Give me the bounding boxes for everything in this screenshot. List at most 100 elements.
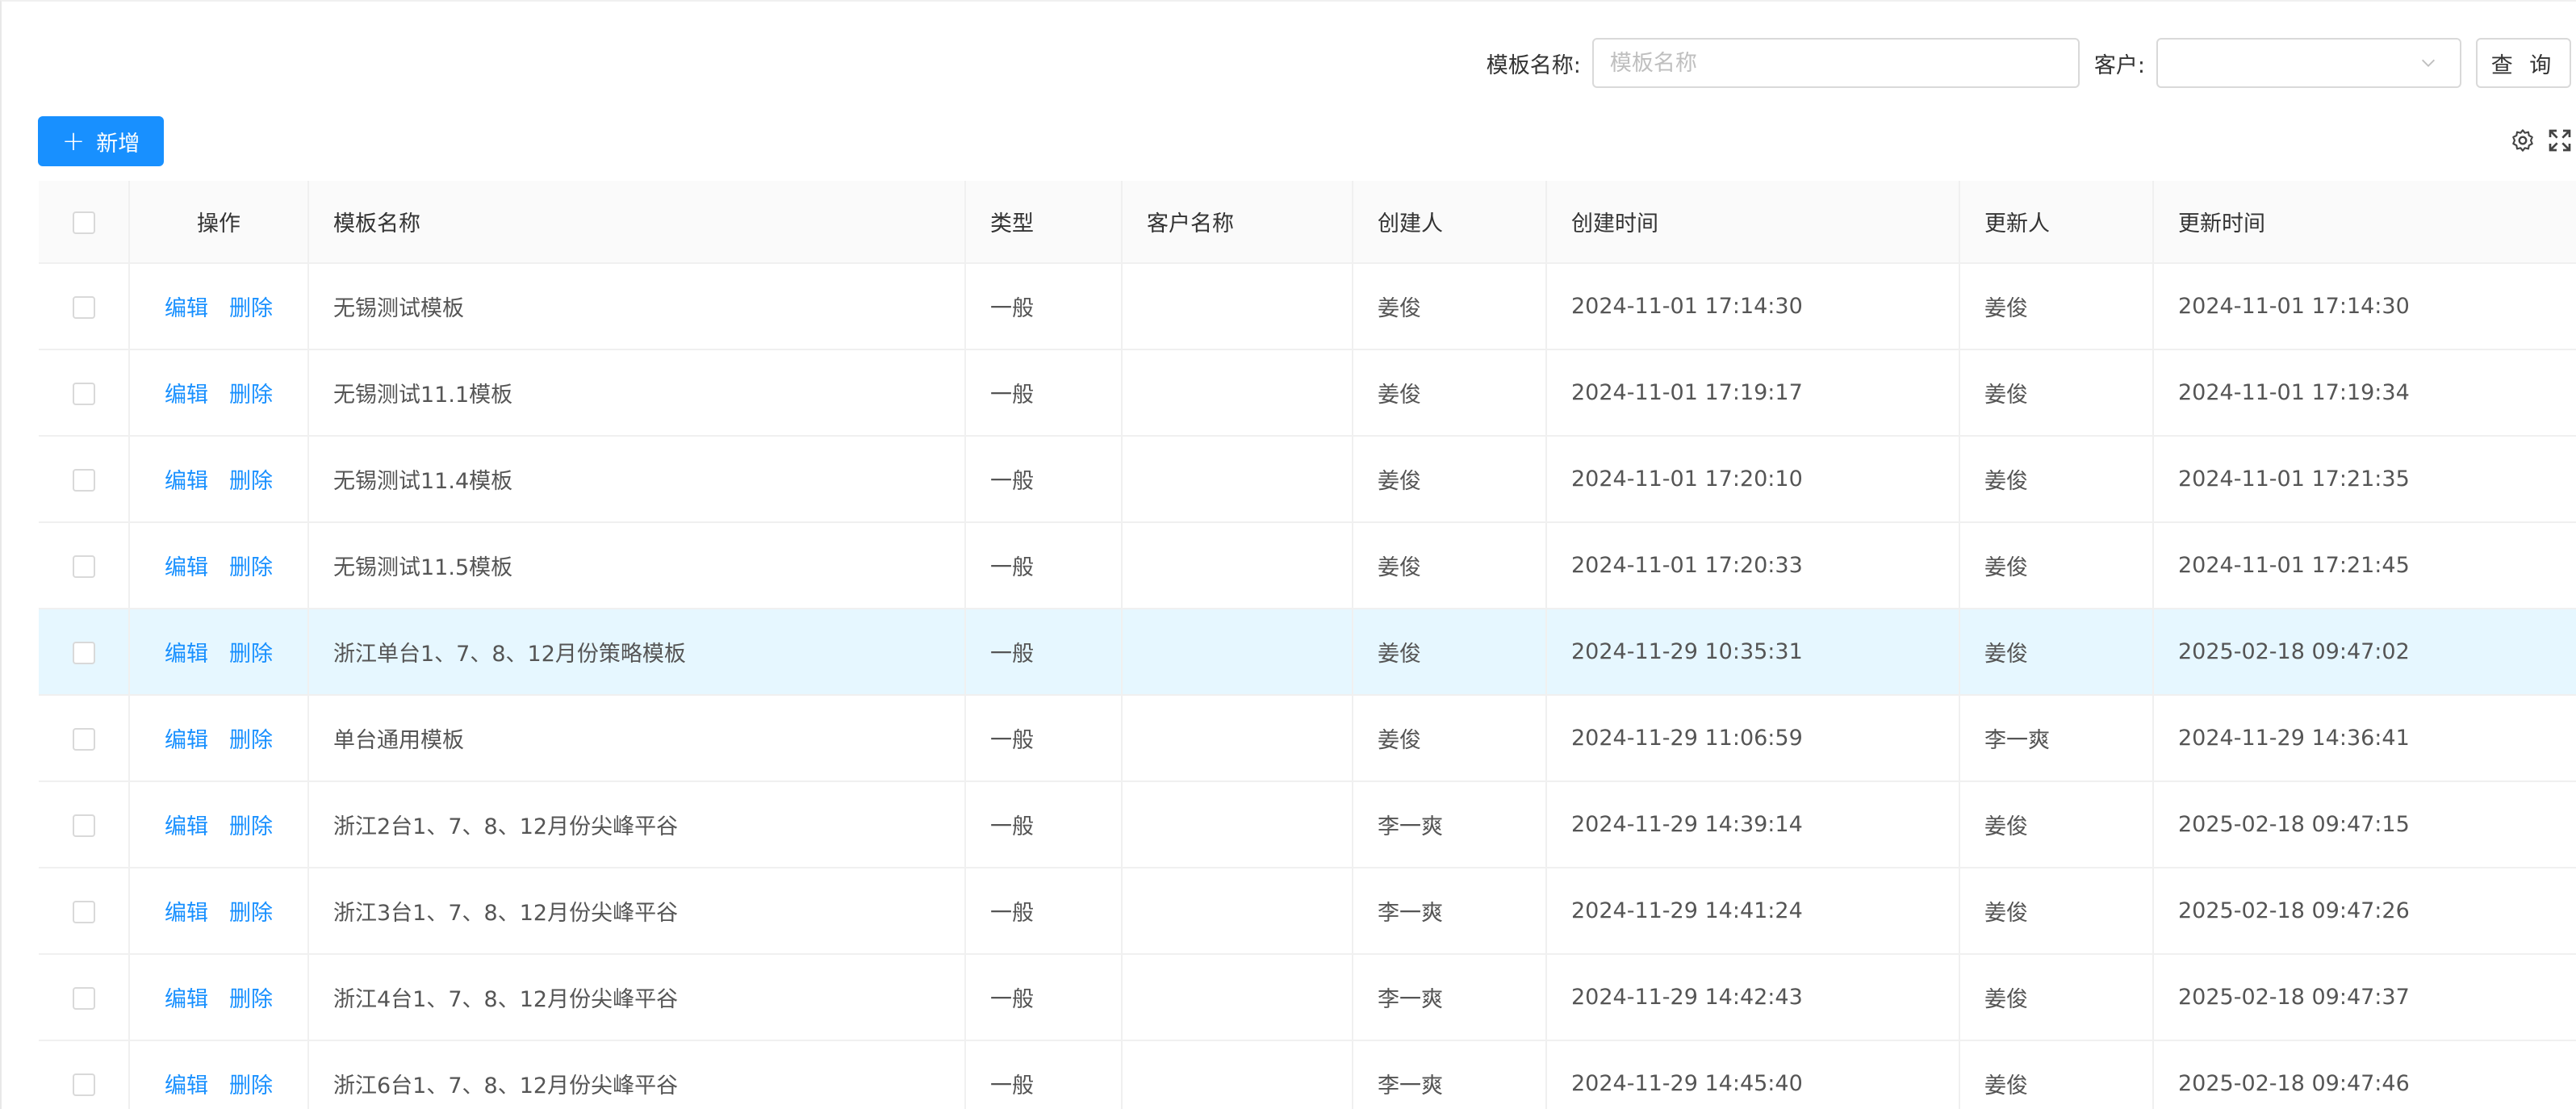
table-row[interactable]: 编辑 删除 单台通用模板 一般 姜俊 2024-11-29 11:06:59 李一爽 2024… bbox=[39, 695, 2576, 782]
row-select-cell bbox=[39, 522, 130, 609]
page: 模板名称: 客户: 查 询 + 新增 bbox=[0, 0, 2576, 1109]
updater-cell: 姜俊 bbox=[1959, 263, 2154, 350]
template-name-label: 模板名称: bbox=[1486, 52, 1581, 78]
row-checkbox[interactable] bbox=[72, 554, 95, 578]
operations-cell: 编辑 删除 bbox=[129, 609, 309, 696]
table-row[interactable]: 编辑 删除 浙江3台1、7、8、12月份尖峰平谷 一般 李一爽 2024-11-29 14… bbox=[39, 868, 2576, 955]
table-row[interactable]: 编辑 删除 浙江单台1、7、8、12月份策略模板 一般 姜俊 2024-11-29 10:… bbox=[39, 609, 2576, 696]
type-cell: 一般 bbox=[965, 349, 1123, 437]
row-checkbox[interactable] bbox=[72, 727, 95, 751]
delete-link[interactable]: 删除 bbox=[229, 728, 273, 753]
delete-link[interactable]: 删除 bbox=[229, 296, 273, 321]
table-row[interactable]: 编辑 删除 无锡测试11.4模板 一般 姜俊 2024-11-01 17:20:10 姜俊 2… bbox=[39, 436, 2576, 523]
creator-cell: 姜俊 bbox=[1353, 522, 1547, 609]
template-name-cell: 无锡测试11.4模板 bbox=[308, 436, 966, 523]
edit-link[interactable]: 编辑 bbox=[165, 814, 208, 839]
updated-time-cell: 2025-02-18 09:47:15 bbox=[2153, 781, 2576, 868]
header-operations: 操作 bbox=[129, 181, 309, 264]
delete-link[interactable]: 删除 bbox=[229, 901, 273, 926]
row-checkbox[interactable] bbox=[72, 295, 95, 319]
creator-cell: 姜俊 bbox=[1353, 349, 1547, 437]
header-updated-time: 更新时间 bbox=[2153, 181, 2576, 264]
updated-time-cell: 2024-11-01 17:21:45 bbox=[2153, 522, 2576, 609]
updater-cell: 姜俊 bbox=[1959, 1040, 2154, 1109]
edit-link[interactable]: 编辑 bbox=[165, 1073, 208, 1099]
row-checkbox[interactable] bbox=[72, 814, 95, 837]
delete-link[interactable]: 删除 bbox=[229, 987, 273, 1012]
customer-select[interactable] bbox=[2156, 38, 2461, 88]
creator-cell: 姜俊 bbox=[1353, 609, 1547, 696]
table-row[interactable]: 编辑 删除 浙江4台1、7、8、12月份尖峰平谷 一般 李一爽 2024-11-29 14… bbox=[39, 954, 2576, 1041]
updated-time-cell: 2024-11-29 14:36:41 bbox=[2153, 695, 2576, 782]
delete-link[interactable]: 删除 bbox=[229, 383, 273, 408]
customer-name-cell bbox=[1122, 1040, 1353, 1109]
edit-link[interactable]: 编辑 bbox=[165, 642, 208, 667]
template-name-input[interactable] bbox=[1591, 38, 2080, 88]
row-select-cell bbox=[39, 609, 130, 696]
operations-cell: 编辑 删除 bbox=[129, 781, 309, 868]
created-time-cell: 2024-11-01 17:19:17 bbox=[1546, 349, 1960, 437]
edit-link[interactable]: 编辑 bbox=[165, 555, 208, 580]
row-checkbox[interactable] bbox=[72, 641, 95, 664]
table-row[interactable]: 编辑 删除 浙江2台1、7、8、12月份尖峰平谷 一般 李一爽 2024-11-29 14… bbox=[39, 781, 2576, 868]
customer-name-cell bbox=[1122, 695, 1353, 782]
updater-cell: 李一爽 bbox=[1959, 695, 2154, 782]
header-created-time: 创建时间 bbox=[1546, 181, 1960, 264]
edit-link[interactable]: 编辑 bbox=[165, 296, 208, 321]
updater-cell: 姜俊 bbox=[1959, 868, 2154, 955]
table-row[interactable]: 编辑 删除 浙江6台1、7、8、12月份尖峰平谷 一般 李一爽 2024-11-29 14… bbox=[39, 1040, 2576, 1109]
row-checkbox[interactable] bbox=[72, 986, 95, 1010]
delete-link[interactable]: 删除 bbox=[229, 1073, 273, 1099]
customer-name-cell bbox=[1122, 522, 1353, 609]
type-cell: 一般 bbox=[965, 263, 1123, 350]
query-button[interactable]: 查 询 bbox=[2476, 38, 2571, 88]
row-select-cell bbox=[39, 695, 130, 782]
customer-name-cell bbox=[1122, 868, 1353, 955]
created-time-cell: 2024-11-29 14:41:24 bbox=[1546, 868, 1960, 955]
plus-icon: + bbox=[61, 125, 86, 157]
type-cell: 一般 bbox=[965, 1040, 1123, 1109]
select-all-checkbox[interactable] bbox=[72, 211, 95, 234]
row-checkbox[interactable] bbox=[72, 382, 95, 405]
edit-link[interactable]: 编辑 bbox=[165, 469, 208, 494]
operations-cell: 编辑 删除 bbox=[129, 436, 309, 523]
select-all-cell bbox=[39, 181, 130, 264]
type-cell: 一般 bbox=[965, 781, 1123, 868]
add-button[interactable]: + 新增 bbox=[38, 116, 164, 166]
creator-cell: 姜俊 bbox=[1353, 695, 1547, 782]
creator-cell: 李一爽 bbox=[1353, 1040, 1547, 1109]
operations-cell: 编辑 删除 bbox=[129, 263, 309, 350]
template-name-cell: 浙江6台1、7、8、12月份尖峰平谷 bbox=[308, 1040, 966, 1109]
operations-cell: 编辑 删除 bbox=[129, 349, 309, 437]
updated-time-cell: 2025-02-18 09:47:37 bbox=[2153, 954, 2576, 1041]
delete-link[interactable]: 删除 bbox=[229, 469, 273, 494]
template-table: 操作 模板名称 类型 客户名称 创建人 创建时间 更新人 更新时间 编辑 删除 无锡… bbox=[39, 181, 2576, 1109]
edit-link[interactable]: 编辑 bbox=[165, 728, 208, 753]
updater-cell: 姜俊 bbox=[1959, 349, 2154, 437]
type-cell: 一般 bbox=[965, 522, 1123, 609]
table-row[interactable]: 编辑 删除 无锡测试11.1模板 一般 姜俊 2024-11-01 17:19:17 姜俊 2… bbox=[39, 349, 2576, 437]
delete-link[interactable]: 删除 bbox=[229, 814, 273, 839]
edit-link[interactable]: 编辑 bbox=[165, 987, 208, 1012]
type-cell: 一般 bbox=[965, 609, 1123, 696]
delete-link[interactable]: 删除 bbox=[229, 642, 273, 667]
edit-link[interactable]: 编辑 bbox=[165, 901, 208, 926]
row-checkbox[interactable] bbox=[72, 1073, 95, 1096]
add-button-label: 新增 bbox=[96, 131, 140, 157]
row-checkbox[interactable] bbox=[72, 468, 95, 492]
customer-name-cell bbox=[1122, 436, 1353, 523]
updated-time-cell: 2024-11-01 17:19:34 bbox=[2153, 349, 2576, 437]
settings-icon[interactable] bbox=[2510, 128, 2536, 153]
delete-link[interactable]: 删除 bbox=[229, 555, 273, 580]
operations-cell: 编辑 删除 bbox=[129, 695, 309, 782]
row-checkbox[interactable] bbox=[72, 900, 95, 923]
table-row[interactable]: 编辑 删除 无锡测试模板 一般 姜俊 2024-11-01 17:14:30 姜俊 2024-… bbox=[39, 263, 2576, 350]
edit-link[interactable]: 编辑 bbox=[165, 383, 208, 408]
customer-label: 客户: bbox=[2093, 52, 2145, 78]
fullscreen-icon[interactable] bbox=[2547, 128, 2573, 153]
table-row[interactable]: 编辑 删除 无锡测试11.5模板 一般 姜俊 2024-11-01 17:20:33 姜俊 2… bbox=[39, 522, 2576, 609]
type-cell: 一般 bbox=[965, 954, 1123, 1041]
created-time-cell: 2024-11-01 17:20:10 bbox=[1546, 436, 1960, 523]
creator-cell: 姜俊 bbox=[1353, 436, 1547, 523]
header-type: 类型 bbox=[965, 181, 1123, 264]
